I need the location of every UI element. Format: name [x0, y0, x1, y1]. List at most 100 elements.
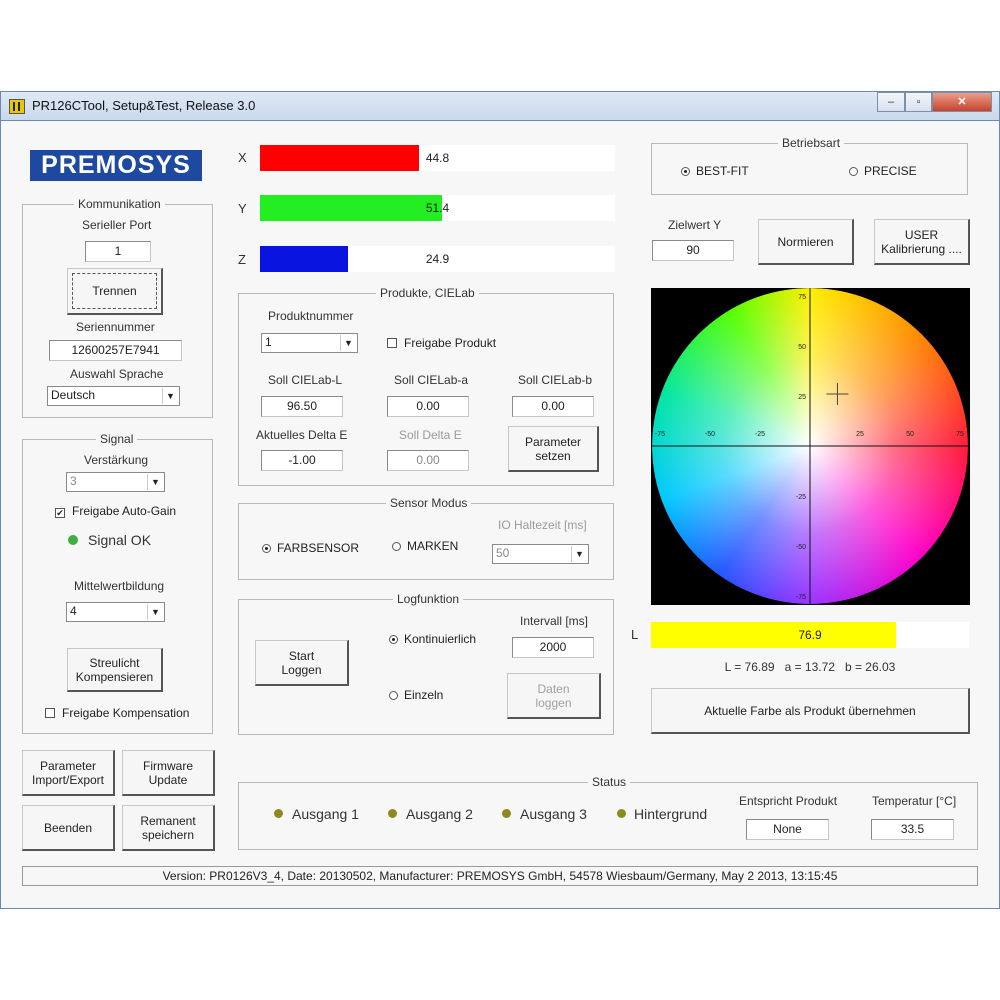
- gain-select[interactable]: 3 ▼: [66, 472, 165, 492]
- radio-circle[interactable]: [389, 635, 398, 644]
- radio-precise[interactable]: PRECISE: [849, 164, 917, 178]
- radio-single[interactable]: Einzeln: [389, 688, 443, 702]
- current-delta-label: Aktuelles Delta E: [256, 428, 348, 442]
- set-parameters-button[interactable]: Parameter setzen: [508, 426, 599, 472]
- lab-readout: L = 76.89 a = 13.72 b = 26.03: [724, 660, 896, 674]
- radio-circle[interactable]: [392, 542, 401, 551]
- save-remanent-button[interactable]: Remanent speichern: [122, 805, 215, 851]
- button-label-line2: Kompensieren: [75, 669, 154, 684]
- maximize-button[interactable]: ▫: [905, 92, 932, 112]
- checkbox-box[interactable]: [45, 708, 55, 718]
- language-select[interactable]: Deutsch ▼: [47, 386, 180, 406]
- target-a-field[interactable]: 0.00: [387, 396, 469, 417]
- lightness-value: 76.9: [798, 628, 822, 642]
- user-calibration-button[interactable]: USER Kalibrierung ....: [874, 219, 970, 265]
- y-label: Y: [238, 201, 247, 216]
- product-number-value: 1: [265, 335, 272, 349]
- radio-circle[interactable]: [262, 544, 271, 553]
- a-axis-tick-label: -75: [655, 431, 665, 438]
- exit-button[interactable]: Beenden: [22, 805, 115, 851]
- a-axis-tick-label: -50: [705, 431, 715, 438]
- chevron-down-icon[interactable]: ▼: [147, 604, 163, 620]
- precise-label: PRECISE: [864, 164, 917, 178]
- z-label: Z: [238, 252, 246, 267]
- button-label-line1: Streulicht: [89, 655, 140, 670]
- radio-circle[interactable]: [849, 167, 858, 176]
- b-axis-tick-label: 50: [798, 344, 806, 351]
- averaging-select[interactable]: 4 ▼: [66, 602, 165, 622]
- param-import-export-button[interactable]: Parameter Import/Export: [22, 750, 115, 796]
- serial-number-field[interactable]: 12600257E7941: [49, 340, 182, 361]
- produkte-title: Produkte, CIELab: [376, 286, 479, 300]
- target-delta-field[interactable]: 0.00: [387, 450, 469, 471]
- io-hold-select[interactable]: 50 ▼: [492, 544, 589, 564]
- matches-product-field[interactable]: None: [746, 819, 829, 840]
- target-y-field[interactable]: 90: [652, 240, 734, 261]
- release-product-checkbox[interactable]: Freigabe Produkt: [387, 336, 496, 350]
- product-number-label: Produktnummer: [268, 309, 354, 323]
- firmware-update-button[interactable]: Firmware Update: [122, 750, 215, 796]
- single-label: Einzeln: [404, 688, 444, 702]
- signal-title: Signal: [96, 432, 138, 446]
- log-data-button[interactable]: Daten loggen: [507, 673, 601, 719]
- sensor-mode-title: Sensor Modus: [386, 496, 472, 510]
- stray-light-compensate-button[interactable]: Streulicht Kompensieren: [67, 648, 163, 692]
- button-label-line1: USER: [904, 227, 939, 242]
- serial-port-field[interactable]: 1: [85, 241, 151, 262]
- chevron-down-icon[interactable]: ▼: [571, 546, 587, 562]
- radio-circle[interactable]: [389, 691, 398, 700]
- output-2-led: [388, 809, 397, 818]
- target-b-field[interactable]: 0.00: [512, 396, 594, 417]
- radio-continuous[interactable]: Kontinuierlich: [389, 632, 476, 646]
- chevron-down-icon[interactable]: ▼: [162, 388, 178, 404]
- b-axis-tick-label: 25: [798, 394, 806, 401]
- radio-circle[interactable]: [681, 167, 690, 176]
- averaging-value: 4: [70, 604, 77, 618]
- target-y-label: Zielwert Y: [668, 218, 722, 232]
- chevron-down-icon[interactable]: ▼: [340, 335, 356, 351]
- chevron-down-icon[interactable]: ▼: [147, 474, 163, 490]
- button-label-line1: Remanent: [140, 813, 196, 828]
- disconnect-button[interactable]: Trennen: [67, 268, 163, 315]
- minimize-button[interactable]: –: [877, 92, 905, 112]
- button-label-line1: Firmware: [143, 758, 193, 773]
- close-button[interactable]: ✕: [932, 92, 992, 112]
- checkbox-box[interactable]: ✔: [55, 508, 65, 518]
- focus-rect: [72, 273, 157, 309]
- lightness-bar: 76.9: [651, 622, 969, 648]
- signal-status-text: Signal OK: [88, 532, 152, 548]
- lab-wheel-svg: -75 -50 -25 25 50 75 75 50 25 -25 -50 -75: [651, 288, 970, 605]
- color-sensor-label: FARBSENSOR: [277, 541, 360, 555]
- z-value: 24.9: [425, 252, 450, 266]
- product-number-select[interactable]: 1 ▼: [261, 333, 358, 353]
- temperature-field[interactable]: 33.5: [871, 819, 954, 840]
- gain-value: 3: [70, 474, 77, 488]
- premosys-logo: PREMOSYS: [30, 150, 202, 181]
- averaging-label: Mittelwertbildung: [74, 579, 165, 593]
- output-1-label: Ausgang 1: [292, 806, 359, 822]
- a-axis-tick-label: 25: [856, 431, 864, 438]
- adopt-color-as-product-button[interactable]: Aktuelle Farbe als Produkt übernehmen: [651, 688, 970, 734]
- a-axis-tick-label: 50: [906, 431, 914, 438]
- auto-gain-checkbox[interactable]: ✔ Freigabe Auto-Gain: [55, 504, 176, 518]
- radio-best-fit[interactable]: BEST-FIT: [681, 164, 749, 178]
- checkbox-box[interactable]: [387, 338, 397, 348]
- start-logging-button[interactable]: Start Loggen: [255, 640, 349, 686]
- lab-color-wheel[interactable]: -75 -50 -25 25 50 75 75 50 25 -25 -50 -75: [651, 288, 970, 605]
- b-axis-tick-label: -25: [796, 494, 806, 501]
- status-title: Status: [588, 775, 631, 789]
- output-1-led: [274, 809, 283, 818]
- target-b-label: Soll CIELab-b: [518, 373, 593, 387]
- current-delta-field[interactable]: -1.00: [261, 450, 343, 471]
- compensation-checkbox[interactable]: Freigabe Kompensation: [45, 706, 189, 720]
- radio-marks[interactable]: MARKEN: [392, 539, 458, 553]
- button-label-line1: Parameter: [524, 434, 582, 449]
- button-label-line1: Daten: [537, 681, 570, 696]
- normalize-button[interactable]: Normieren: [758, 219, 854, 265]
- interval-field[interactable]: 2000: [512, 637, 594, 658]
- button-label-line2: loggen: [535, 695, 572, 710]
- radio-color-sensor[interactable]: FARBSENSOR: [262, 541, 359, 555]
- app-icon: [9, 99, 25, 114]
- target-l-field[interactable]: 96.50: [261, 396, 343, 417]
- x-value-bar: 44.8: [260, 145, 615, 171]
